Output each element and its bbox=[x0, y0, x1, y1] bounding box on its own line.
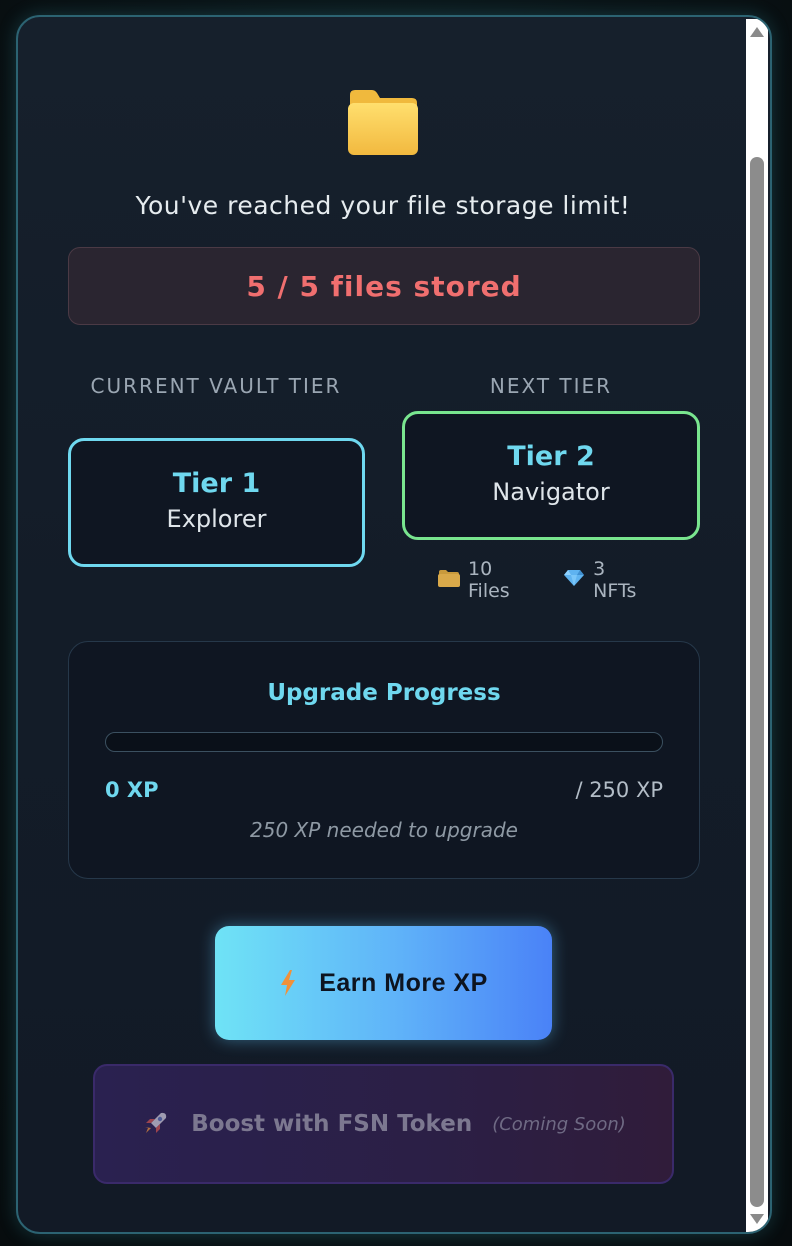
current-tier-card: Tier 1 Explorer bbox=[68, 438, 365, 567]
scrollbar[interactable] bbox=[746, 19, 768, 1232]
coming-soon-note: (Coming Soon) bbox=[492, 1113, 626, 1135]
earn-more-xp-label: Earn More XP bbox=[319, 968, 488, 997]
perk-files-text: 10 Files bbox=[468, 558, 510, 602]
storage-limit-text: 5 / 5 files stored bbox=[246, 269, 522, 303]
perk-nfts: 3 NFTs bbox=[563, 558, 652, 602]
progress-title: Upgrade Progress bbox=[267, 680, 501, 706]
limit-headline: You've reached your file storage limit! bbox=[135, 191, 631, 220]
next-tier-card: Tier 2 Navigator bbox=[402, 411, 700, 540]
upgrade-progress-card: Upgrade Progress 0 XP / 250 XP 250 XP ne… bbox=[68, 641, 700, 879]
boost-fsn-button[interactable]: Boost with FSN Token (Coming Soon) bbox=[93, 1064, 674, 1184]
xp-needed-text: 250 XP needed to upgrade bbox=[250, 818, 518, 842]
progress-bar bbox=[105, 732, 663, 752]
next-tier-label: NEXT TIER bbox=[489, 374, 613, 398]
rocket-icon bbox=[145, 1112, 167, 1133]
next-tier-name: Navigator bbox=[492, 478, 610, 506]
current-xp: 0 XP bbox=[105, 778, 159, 802]
folder-icon bbox=[346, 87, 420, 157]
scroll-down-arrow-icon[interactable] bbox=[750, 1214, 764, 1224]
current-tier-number: Tier 1 bbox=[172, 468, 261, 499]
folder-icon bbox=[438, 569, 468, 592]
current-tier-label: CURRENT VAULT TIER bbox=[90, 374, 342, 398]
next-tier-number: Tier 2 bbox=[507, 441, 595, 472]
scroll-up-arrow-icon[interactable] bbox=[750, 27, 764, 37]
storage-limit-badge: 5 / 5 files stored bbox=[68, 247, 700, 325]
current-tier-name: Explorer bbox=[166, 505, 267, 533]
earn-more-xp-button[interactable]: Earn More XP bbox=[215, 926, 552, 1040]
perk-files: 10 Files bbox=[438, 558, 537, 602]
next-tier-perks: 10 Files 3 NFTs bbox=[438, 558, 678, 602]
boost-fsn-label: Boost with FSN Token bbox=[191, 1111, 473, 1137]
scrollbar-thumb[interactable] bbox=[750, 157, 764, 1207]
perk-nfts-text: 3 NFTs bbox=[593, 558, 637, 602]
gem-icon bbox=[563, 569, 593, 592]
total-xp: / 250 XP bbox=[575, 778, 663, 802]
lightning-icon bbox=[281, 970, 296, 996]
storage-limit-modal: You've reached your file storage limit! … bbox=[16, 15, 772, 1234]
